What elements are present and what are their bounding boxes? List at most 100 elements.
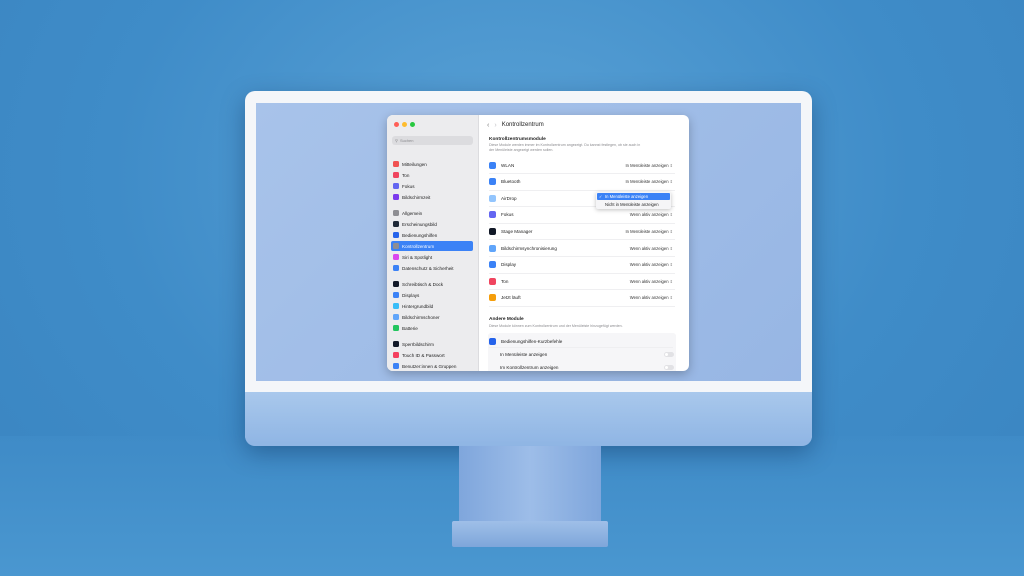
module-label: Display <box>501 262 517 268</box>
page-title: Kontrollzentrum <box>501 122 544 128</box>
wifi-icon <box>489 161 496 169</box>
accessibility-icon <box>393 232 399 238</box>
control-center-icon <box>393 243 399 249</box>
sidebar-item-label: Ton <box>402 172 410 178</box>
screensaver-icon <box>393 314 399 320</box>
sidebar-item[interactable]: Bildschirmzeit <box>391 192 473 202</box>
sidebar-item[interactable]: Sperrbildschirm <box>391 339 473 349</box>
sidebar-item-label: Displays <box>402 292 420 298</box>
module-label: Jetzt läuft <box>501 295 521 301</box>
appearance-icon <box>393 221 399 227</box>
battery-icon <box>393 325 399 331</box>
module-row: Display Wenn aktiv anzeigen <box>489 257 675 274</box>
module-label: Bildschirmsynchronisierung <box>501 245 557 251</box>
sidebar-item-label: Hintergrundbild <box>402 303 434 309</box>
sidebar-item[interactable]: Schreibtisch & Dock <box>391 279 473 289</box>
imac-foot <box>452 521 608 547</box>
search-placeholder: Suchen <box>399 138 414 143</box>
visibility-select[interactable]: Wenn aktiv anzeigen <box>630 295 675 300</box>
sidebar-item[interactable]: Batterie <box>391 323 473 333</box>
sidebar-item-label: Schreibtisch & Dock <box>402 281 444 287</box>
settings-window: ⚲ Suchen Mitteilungen Ton Fokus Bildschirmz… <box>387 115 689 371</box>
other-module-label: Bedienungshilfen-Kurzbefehle <box>501 338 563 344</box>
sidebar-item-label: Mitteilungen <box>402 161 427 167</box>
play-icon <box>489 294 496 302</box>
zoom-button[interactable] <box>410 122 415 127</box>
sidebar-item[interactable]: Kontrollzentrum <box>391 241 473 251</box>
accessibility-icon <box>489 337 496 345</box>
sidebar-item[interactable]: Ton <box>391 170 473 180</box>
main-pane: ‹ › Kontrollzentrum Kontrollzentrumsmodu… <box>479 115 689 371</box>
sidebar-item-label: Bedienungshilfen <box>402 232 438 238</box>
sidebar-item-label: Touch ID & Passwort <box>402 352 445 358</box>
sidebar-item[interactable]: Displays <box>391 290 473 300</box>
sidebar: ⚲ Suchen Mitteilungen Ton Fokus Bildschirmz… <box>387 115 479 371</box>
other-modules-box: Bedienungshilfen-Kurzbefehle In Menüleis… <box>488 333 676 371</box>
visibility-select[interactable]: In Menüleiste anzeigen <box>625 229 675 234</box>
users-icon <box>393 363 399 369</box>
screen: ⚲ Suchen Mitteilungen Ton Fokus Bildschirmz… <box>256 103 801 381</box>
dock-icon <box>393 281 399 287</box>
visibility-select[interactable]: Wenn aktiv anzeigen <box>630 246 675 251</box>
forward-chevron-icon[interactable]: › <box>494 122 496 129</box>
back-chevron-icon[interactable]: ‹ <box>487 122 489 129</box>
sidebar-item[interactable]: Bildschirmschoner <box>391 312 473 322</box>
sidebar-item[interactable]: Allgemein <box>391 208 473 218</box>
visibility-select[interactable]: In Menüleiste anzeigen <box>625 179 675 184</box>
sidebar-item[interactable]: Benutzer:innen & Gruppen <box>391 361 473 371</box>
module-label: Bluetooth <box>501 179 521 185</box>
hand-icon <box>393 265 399 271</box>
visibility-select[interactable]: In Menüleiste anzeigen <box>625 163 675 168</box>
module-label: WLAN <box>501 162 515 168</box>
display-icon <box>393 292 399 298</box>
option-label: Im Kontrollzentrum anzeigen <box>500 365 559 370</box>
sidebar-item[interactable]: Hintergrundbild <box>391 301 473 311</box>
sidebar-item-label: Datenschutz & Sicherheit <box>402 265 454 271</box>
module-label: Stage Manager <box>501 228 533 234</box>
section-description: Diese Module werden immer im Kontrollzen… <box>489 143 641 152</box>
module-row: Jetzt läuft Wenn aktiv anzeigen <box>489 290 675 307</box>
sidebar-item[interactable]: Datenschutz & Sicherheit <box>391 263 473 273</box>
minimize-button[interactable] <box>402 122 407 127</box>
module-row: Stage Manager In Menüleiste anzeigen <box>489 223 675 241</box>
bell-icon <box>393 161 399 167</box>
control-center-toggle[interactable] <box>664 365 674 370</box>
fingerprint-icon <box>393 352 399 358</box>
visibility-select[interactable]: Wenn aktiv anzeigen <box>630 279 675 284</box>
close-button[interactable] <box>394 122 399 127</box>
imac-chin <box>245 392 812 446</box>
popup-option[interactable]: In Menüleiste anzeigen <box>597 193 670 200</box>
sidebar-item-label: Fokus <box>402 183 415 189</box>
visibility-select[interactable]: Wenn aktiv anzeigen <box>630 262 675 267</box>
section-title: Kontrollzentrumsmodule <box>489 137 546 142</box>
option-label: In Menüleiste anzeigen <box>500 352 548 357</box>
sidebar-item[interactable]: Erscheinungsbild <box>391 219 473 229</box>
moon-icon <box>393 183 399 189</box>
sidebar-item-label: Kontrollzentrum <box>402 243 435 249</box>
lock-icon <box>393 341 399 347</box>
visibility-select[interactable]: Wenn aktiv anzeigen <box>630 212 675 217</box>
module-row: Ton Wenn aktiv anzeigen <box>489 273 675 291</box>
brightness-icon <box>489 261 496 269</box>
screen-mirroring-icon <box>489 244 496 252</box>
moon-icon <box>489 211 496 219</box>
module-row: WLAN In Menüleiste anzeigen <box>489 157 675 174</box>
imac-stand <box>459 446 601 524</box>
other-module-row: Bedienungshilfen-Kurzbefehle <box>489 335 673 348</box>
sidebar-item-label: Allgemein <box>402 210 423 216</box>
sidebar-item[interactable]: Mitteilungen <box>391 159 473 169</box>
module-row: Fokus Wenn aktiv anzeigen <box>489 207 675 224</box>
sidebar-item[interactable]: Touch ID & Passwort <box>391 350 473 360</box>
sidebar-item[interactable]: Bedienungshilfen <box>391 230 473 240</box>
sidebar-item-label: Erscheinungsbild <box>402 221 437 227</box>
other-modules-title: Andere Module <box>489 317 524 322</box>
other-option-row: In Menüleiste anzeigen <box>500 349 674 360</box>
bluetooth-icon <box>489 178 496 186</box>
wallpaper-icon <box>393 303 399 309</box>
hourglass-icon <box>393 194 399 200</box>
menu-bar-toggle[interactable] <box>664 352 674 357</box>
popup-option[interactable]: Nicht in Menüleiste anzeigen <box>597 201 670 208</box>
sidebar-item[interactable]: Fokus <box>391 181 473 191</box>
sidebar-item[interactable]: Siri & Spotlight <box>391 252 473 262</box>
search-input[interactable]: ⚲ Suchen <box>392 136 473 145</box>
